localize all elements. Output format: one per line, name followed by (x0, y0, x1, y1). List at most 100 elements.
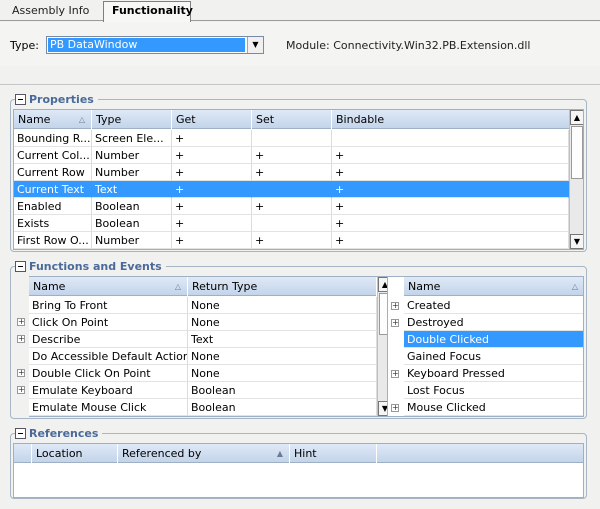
expand-plus-icon[interactable]: + (391, 370, 399, 378)
collapse-icon[interactable] (15, 427, 26, 439)
column-header-name[interactable]: Name △ (404, 277, 583, 296)
cell-get: + (172, 232, 252, 249)
functions-table[interactable]: Name △ Return Type Bring To Front None Clic… (29, 276, 394, 417)
references-title: References (29, 426, 99, 440)
column-header-bindable[interactable]: Bindable (332, 110, 570, 129)
cell-name: Exists (14, 215, 92, 232)
list-item[interactable]: Mouse Clicked (404, 399, 583, 416)
cell-bindable: + (332, 215, 569, 232)
expand-plus-icon[interactable]: + (17, 318, 25, 326)
type-header: Type: PB DataWindow ▼ Module: Connectivi… (0, 22, 600, 66)
list-item[interactable]: Bring To Front None (29, 297, 377, 314)
cell-type: Boolean (92, 215, 172, 232)
cell-name: Keyboard Pressed (404, 365, 583, 382)
cell-return-type: None (188, 297, 377, 314)
expand-plus-icon[interactable]: + (17, 369, 25, 377)
cell-name: Describe (29, 331, 188, 348)
tab-bar: Assembly Info Functionality (0, 0, 600, 22)
properties-scrollbar[interactable]: ▲ ▼ (569, 110, 583, 249)
cell-set: + (252, 147, 332, 164)
table-row[interactable]: Enabled Boolean + + + (14, 198, 569, 215)
list-item[interactable]: Describe Text (29, 331, 377, 348)
expand-plus-icon[interactable]: + (17, 335, 25, 343)
properties-table[interactable]: Name △ Type Get Set Bindable Bounding R..… (13, 109, 584, 250)
sort-arrow-icon: △ (571, 282, 578, 291)
cell-set (252, 181, 332, 198)
cell-name: Bounding R... (14, 130, 92, 147)
scroll-thumb[interactable] (571, 126, 583, 179)
cell-type: Number (92, 147, 172, 164)
column-header-hint[interactable]: Hint (290, 444, 377, 463)
divider (0, 84, 600, 85)
table-row[interactable]: Current Row Number + + + (14, 164, 569, 181)
column-header-return-type[interactable]: Return Type (188, 277, 377, 296)
tab-functionality[interactable]: Functionality (103, 1, 193, 22)
cell-return-type: None (188, 314, 377, 331)
cell-bindable (332, 130, 569, 147)
column-header-set[interactable]: Set (252, 110, 332, 129)
column-header-type[interactable]: Type (92, 110, 172, 129)
references-header-row: Location Referenced by ▲ Hint (14, 444, 583, 463)
cell-type: Screen Ele... (92, 130, 172, 147)
tab-assembly-info[interactable]: Assembly Info (4, 2, 100, 21)
expand-plus-icon[interactable]: + (391, 319, 399, 327)
cell-name: Bring To Front (29, 297, 188, 314)
events-table[interactable]: Name △ + Created + Destroyed Double Clicked Ga… (387, 276, 584, 417)
properties-header-row: Name △ Type Get Set Bindable (14, 110, 570, 129)
column-header-spacer (377, 444, 583, 463)
collapse-icon[interactable] (15, 260, 26, 272)
list-item[interactable]: Lost Focus (404, 382, 583, 399)
collapse-icon[interactable] (15, 93, 26, 105)
cell-return-type: None (188, 348, 377, 365)
chevron-down-icon[interactable]: ▼ (247, 37, 263, 53)
list-item[interactable]: Do Accessible Default Action None (29, 348, 377, 365)
sort-arrow-icon: △ (174, 282, 181, 291)
list-item[interactable]: Click On Point None (29, 314, 377, 331)
table-row[interactable]: Exists Boolean + + (14, 215, 569, 232)
cell-return-type: Boolean (188, 399, 377, 416)
table-row[interactable]: Current Text Text + + (14, 181, 569, 198)
type-dropdown-value: PB DataWindow (48, 38, 245, 52)
table-row[interactable]: Current Col... Number + + + (14, 147, 569, 164)
list-item[interactable]: Emulate Keyboard Boolean (29, 382, 377, 399)
column-header-referenced-by[interactable]: Referenced by ▲ (118, 444, 290, 463)
column-header-location[interactable]: Location (32, 444, 118, 463)
functions-title: Functions and Events (29, 259, 162, 273)
column-header-name[interactable]: Name △ (29, 277, 188, 296)
list-item[interactable]: Keyboard Pressed (404, 365, 583, 382)
cell-set: + (252, 164, 332, 181)
table-row[interactable]: Bounding R... Screen Ele... + (14, 130, 569, 147)
cell-bindable: + (332, 147, 569, 164)
functions-group-title: Functions and Events (15, 259, 166, 273)
scroll-down-icon[interactable]: ▼ (570, 234, 583, 249)
cell-name: Double Clicked (404, 331, 583, 348)
list-item[interactable]: Double Click On Point None (29, 365, 377, 382)
cell-name: Mouse Clicked (404, 399, 583, 416)
list-item[interactable]: Created (404, 297, 583, 314)
list-item[interactable]: Emulate Mouse Click Boolean (29, 399, 377, 416)
type-dropdown[interactable]: PB DataWindow ▼ (46, 36, 264, 54)
module-label: Module: Connectivity.Win32.PB.Extension.… (286, 39, 531, 52)
cell-type: Boolean (92, 198, 172, 215)
cell-name: Created (404, 297, 583, 314)
cell-get: + (172, 164, 252, 181)
column-header-get[interactable]: Get (172, 110, 252, 129)
properties-group-title: Properties (15, 92, 98, 106)
cell-get: + (172, 215, 252, 232)
table-row[interactable]: First Row O... Number + + + (14, 232, 569, 249)
expand-plus-icon[interactable]: + (391, 404, 399, 412)
scroll-up-icon[interactable]: ▲ (570, 110, 583, 125)
list-item[interactable]: Destroyed (404, 314, 583, 331)
list-item[interactable]: Gained Focus (404, 348, 583, 365)
cell-bindable: + (332, 181, 569, 198)
cell-name: Destroyed (404, 314, 583, 331)
expand-plus-icon[interactable]: + (17, 386, 25, 394)
cell-name: Current Col... (14, 147, 92, 164)
expand-plus-icon[interactable]: + (391, 302, 399, 310)
functions-header-row: Name △ Return Type (29, 277, 377, 296)
column-header-blank (14, 444, 32, 463)
cell-return-type: Text (188, 331, 377, 348)
list-item[interactable]: Double Clicked (404, 331, 583, 348)
column-header-name[interactable]: Name △ (14, 110, 92, 129)
references-table[interactable]: Location Referenced by ▲ Hint (13, 443, 584, 498)
